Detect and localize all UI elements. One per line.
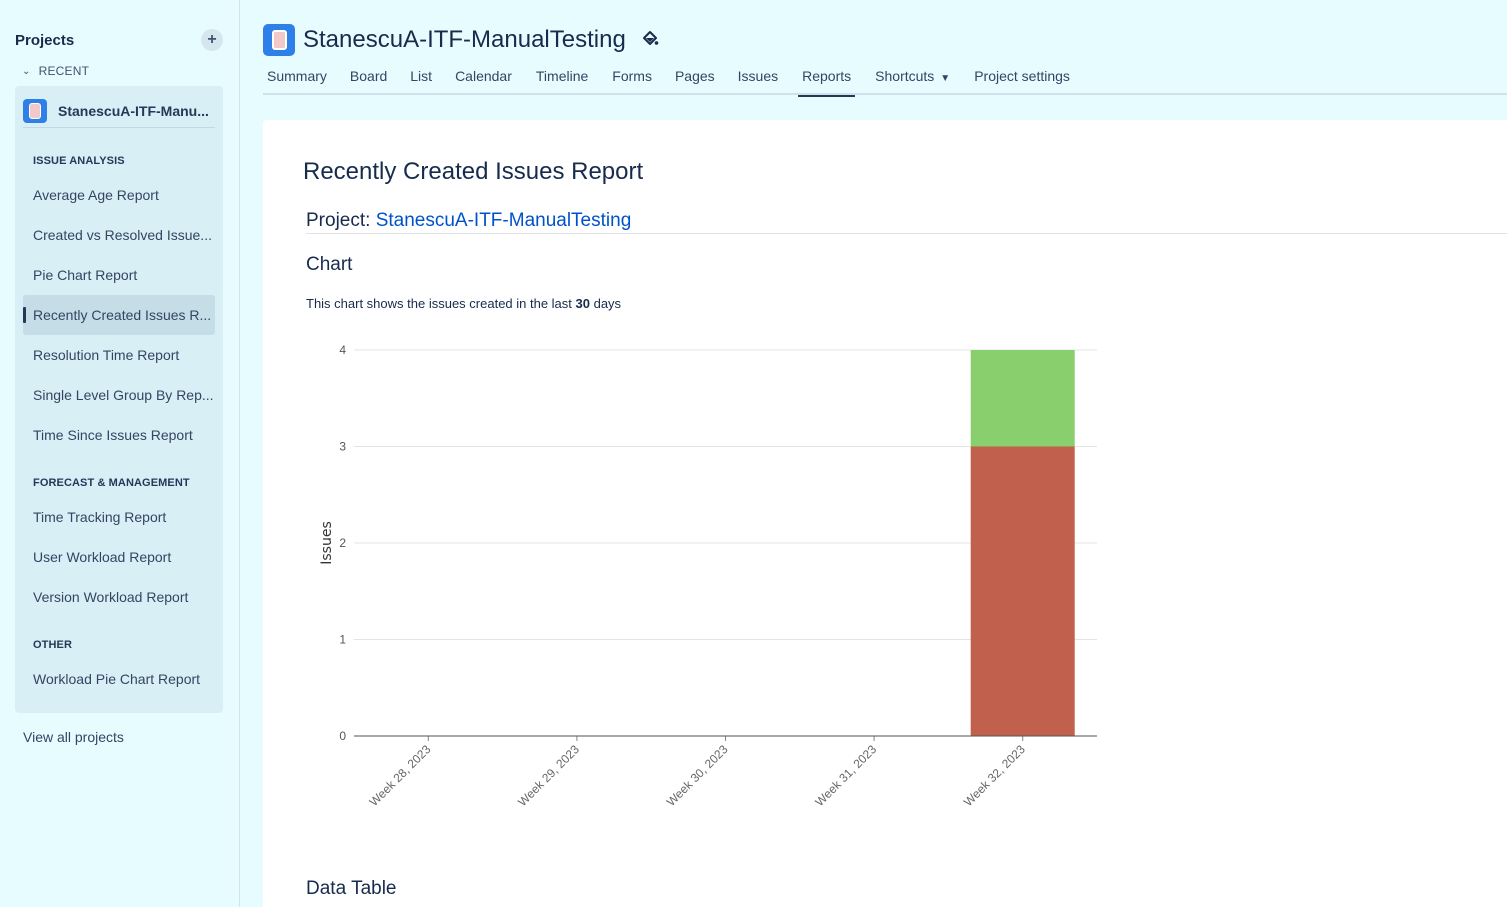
y-tick-label: 2 <box>339 536 346 550</box>
chart-desc-before: This chart shows the issues created in t… <box>306 296 576 311</box>
tab-list[interactable]: List <box>410 62 432 95</box>
sidebar-item-time-tracking[interactable]: Time Tracking Report <box>23 497 215 537</box>
view-all-projects-link[interactable]: View all projects <box>23 729 124 745</box>
data-table-heading: Data Table <box>306 878 397 899</box>
y-tick-label: 0 <box>339 729 346 743</box>
tab-calendar[interactable]: Calendar <box>455 62 512 95</box>
sidebar-item-pie-chart[interactable]: Pie Chart Report <box>23 255 215 295</box>
y-tick-label: 1 <box>339 633 346 647</box>
x-tick-label: Week 30, 2023 <box>664 742 731 809</box>
project-tabs: Summary Board List Calendar Timeline For… <box>263 62 1507 97</box>
y-axis-label: Issues <box>319 521 335 565</box>
section-other: OTHER <box>33 639 72 651</box>
report-title: Recently Created Issues Report <box>303 158 644 185</box>
chart-description: This chart shows the issues created in t… <box>306 296 621 311</box>
x-tick-label: Week 28, 2023 <box>367 742 434 809</box>
add-project-button[interactable]: + <box>201 29 223 51</box>
recent-label: RECENT <box>38 64 90 78</box>
tab-issues[interactable]: Issues <box>738 62 778 95</box>
tab-summary[interactable]: Summary <box>267 62 327 95</box>
tab-shortcuts-label: Shortcuts <box>875 68 935 84</box>
project-prefix: Project: <box>306 210 371 231</box>
sidebar-header: Projects + <box>15 29 225 51</box>
recent-toggle[interactable]: ⌄ RECENT <box>22 64 89 78</box>
page-title: StanescuA-ITF-ManualTesting <box>303 26 626 53</box>
tab-forms[interactable]: Forms <box>612 62 652 95</box>
divider <box>306 233 1507 234</box>
sidebar-title: Projects <box>15 31 75 49</box>
sidebar-project-panel: StanescuA-ITF-Manu... ISSUE ANALYSIS Ave… <box>15 86 223 713</box>
x-tick-label: Week 29, 2023 <box>515 742 582 809</box>
paint-bucket-icon[interactable] <box>641 30 659 48</box>
report-card: Recently Created Issues Report Project: … <box>263 120 1507 907</box>
chart-desc-days: 30 <box>575 296 590 311</box>
tab-pages[interactable]: Pages <box>675 62 715 95</box>
sidebar-item-version-workload[interactable]: Version Workload Report <box>23 577 215 617</box>
y-tick-label: 4 <box>339 343 346 357</box>
project-link[interactable]: StanescuA-ITF-ManualTesting <box>376 210 632 231</box>
section-forecast-management: FORECAST & MANAGEMENT <box>33 477 190 489</box>
sidebar-item-workload-pie[interactable]: Workload Pie Chart Report <box>23 659 215 699</box>
chart-desc-after: days <box>589 296 622 311</box>
report-project-line: Project: StanescuA-ITF-ManualTesting <box>306 210 631 232</box>
tab-board[interactable]: Board <box>350 62 387 95</box>
sidebar-project-name: StanescuA-ITF-Manu... <box>58 102 209 119</box>
sidebar: Projects + ⌄ RECENT StanescuA-ITF-Manu..… <box>0 0 240 907</box>
tab-timeline[interactable]: Timeline <box>536 62 588 95</box>
y-tick-label: 3 <box>339 440 346 454</box>
project-avatar-icon <box>23 98 47 123</box>
chevron-down-icon: ⌄ <box>22 65 31 77</box>
bar <box>970 446 1075 736</box>
sidebar-item-average-age[interactable]: Average Age Report <box>23 175 215 215</box>
chevron-down-icon: ▼ <box>940 73 951 84</box>
tab-shortcuts[interactable]: Shortcuts ▼ <box>875 62 950 95</box>
bar <box>970 350 1075 447</box>
sidebar-project-link[interactable]: StanescuA-ITF-Manu... <box>23 94 215 128</box>
sidebar-item-user-workload[interactable]: User Workload Report <box>23 537 215 577</box>
chart-heading: Chart <box>306 254 353 275</box>
tab-reports[interactable]: Reports <box>798 62 856 97</box>
x-tick-label: Week 32, 2023 <box>961 742 1028 809</box>
x-tick-label: Week 31, 2023 <box>812 742 879 809</box>
sidebar-item-created-vs-resolved[interactable]: Created vs Resolved Issue... <box>23 215 215 255</box>
section-issue-analysis: ISSUE ANALYSIS <box>33 155 125 167</box>
sidebar-item-recently-created[interactable]: Recently Created Issues R... <box>23 295 215 335</box>
sidebar-item-time-since[interactable]: Time Since Issues Report <box>23 415 215 455</box>
sidebar-item-resolution-time[interactable]: Resolution Time Report <box>23 335 215 375</box>
tab-project-settings[interactable]: Project settings <box>974 62 1070 95</box>
sidebar-item-single-level-group[interactable]: Single Level Group By Rep... <box>23 375 215 415</box>
recent-issues-chart: 0 1 2 3 4 Week 28, 2023 Week 29, 2023 Week 30, … <box>319 343 1097 809</box>
project-avatar-icon <box>263 24 295 56</box>
